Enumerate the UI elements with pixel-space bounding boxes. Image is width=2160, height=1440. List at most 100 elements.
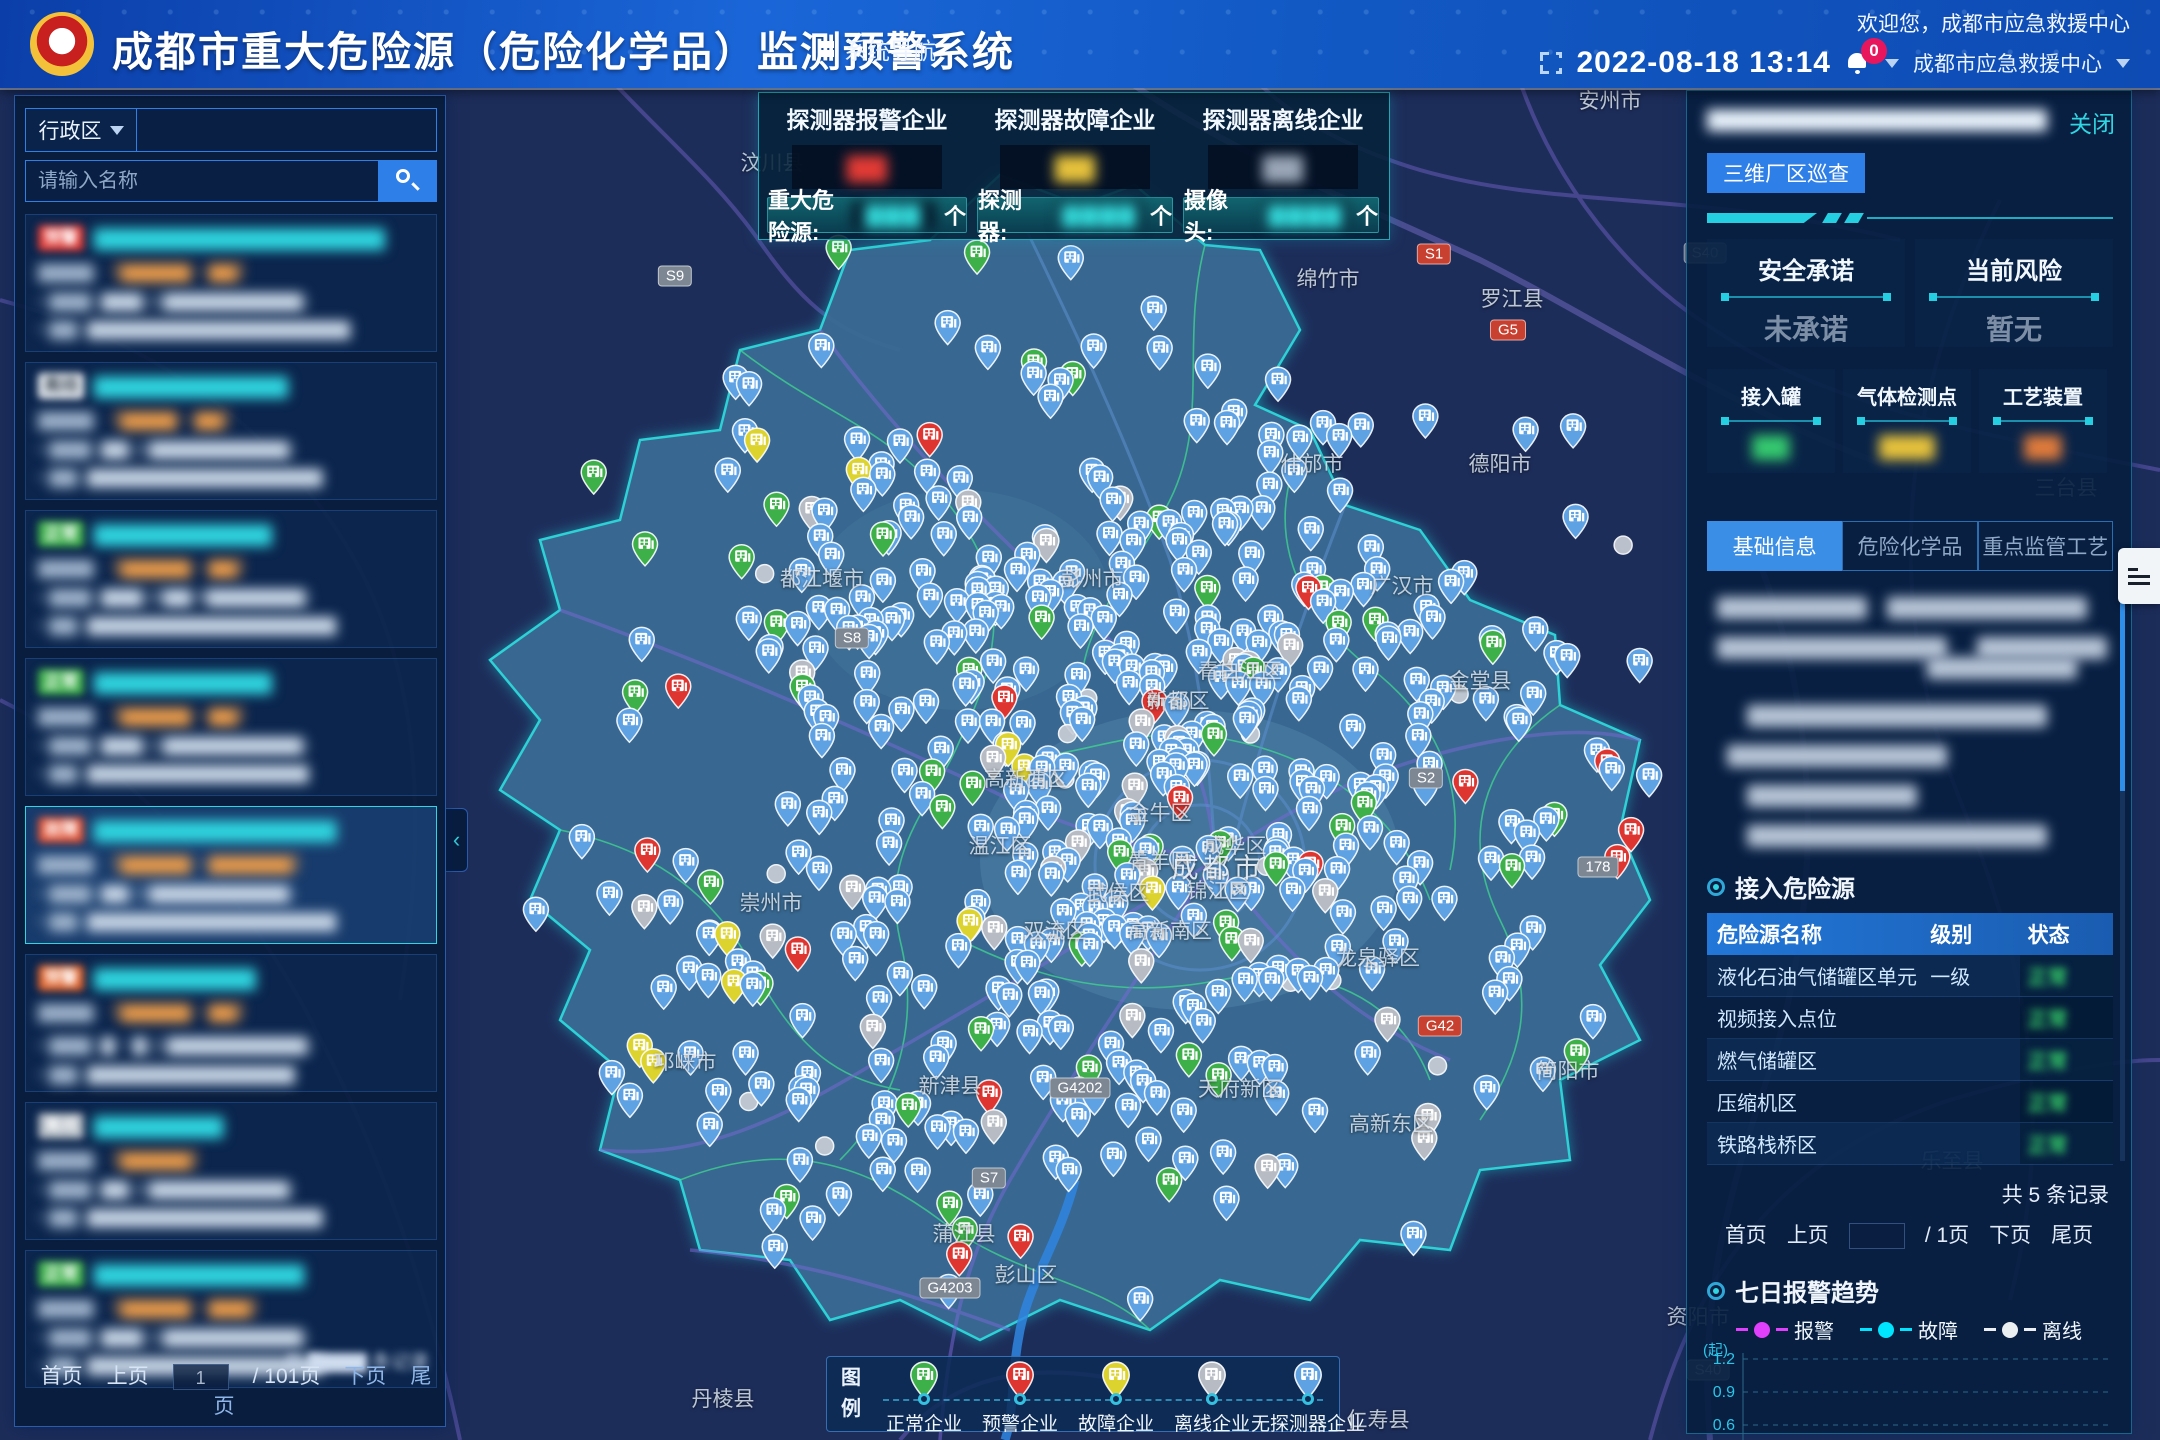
enterprise-item-head: 正常 ▇▇▇▇▇▇▇▇▇▇▇▇▇ — [38, 1261, 424, 1287]
hazard-table-body: 液化石油气储罐区单元一级正常视频接入点位正常燃气储罐区正常压缩机区正常铁路栈桥区… — [1707, 955, 2113, 1165]
asset-stat-divider — [1721, 420, 1821, 422]
map-cluster-marker[interactable] — [756, 565, 774, 583]
detector-stat-column: 探测器报警企业▇▇ — [767, 101, 967, 189]
hazard-page-first[interactable]: 首页 — [1725, 1224, 1767, 1247]
search-button[interactable] — [379, 160, 437, 202]
fullscreen-icon[interactable] — [1540, 52, 1562, 74]
info-field-redacted — [1717, 637, 1947, 659]
enterprise-contact-line: ▪ ▇▇▇: ▇▇▇ (0▇▇-8▇▇▇▇▇▇▇) — [38, 587, 424, 608]
enterprise-item-head: 预警▇▇▇▇▇▇▇▇▇▇▇▇▇▇▇▇▇▇ — [38, 225, 424, 251]
trend-chart: (起)00.30.60.91.28-128-138-148-158-168-17… — [1695, 1341, 2125, 1440]
enterprise-contact-line: ▪ ▇▇▇: ▇▇▇ (1▇▇▇▇▇▇▇▇▇▇) — [38, 291, 424, 312]
enterprise-list-item[interactable]: 正常▇▇▇▇▇▇▇▇▇▇▇▇▇▇▇: 【▇▇▇▇▇・▇▇】▪ ▇▇▇: ▇▇▇ … — [25, 510, 437, 648]
asset-stat-value: ▇▇ — [1707, 432, 1835, 461]
notification-caret-icon[interactable] — [1885, 59, 1899, 68]
enterprise-type-line: ▇▇▇▇: 【▇▇▇▇▇・▇▇】 — [38, 258, 424, 284]
sidebar-pagination: 首页上页1/ 101页下页尾页 — [15, 1360, 445, 1420]
enterprise-status-badge: 预警 — [38, 965, 84, 991]
legend-label: 离线 — [2042, 1315, 2082, 1344]
legend-node — [1014, 1393, 1026, 1405]
hazard-table-row[interactable]: 铁路栈桥区正常 — [1707, 1123, 2113, 1165]
safety-commitment-title: 安全承诺 — [1707, 251, 1905, 286]
enterprise-list-item[interactable]: 离线▇▇▇▇▇▇▇▇▇▇▇▇: 【▇▇▇▇▇】▪ ▇▇▇: ▇▇ (1▇▇▇▇▇… — [25, 1102, 437, 1240]
map-legend-label: 离线企业 — [1174, 1409, 1250, 1436]
decor-divider — [1707, 213, 2113, 223]
hazard-page-next[interactable]: 下页 — [1989, 1224, 2031, 1247]
user-menu-caret-icon[interactable] — [2116, 59, 2130, 68]
panel-side-toggle-button[interactable] — [2118, 548, 2160, 604]
map-cluster-marker[interactable] — [1614, 536, 1632, 554]
hazard-table-row[interactable]: 燃气储罐区正常 — [1707, 1039, 2113, 1081]
map-cluster-marker[interactable] — [767, 865, 785, 883]
system-nav-button[interactable]: 系统导航 — [818, 32, 936, 66]
enterprise-item-head: 正常▇▇▇▇▇▇▇▇▇▇▇ — [38, 669, 424, 695]
info-field-redacted — [1747, 705, 2047, 727]
enterprise-address-line: ▪ ▇▇: ▇▇▇▇▇▇▇▇▇▇▇▇▇▇▇▇▇▇▇ — [38, 319, 424, 340]
hazard-page-prev[interactable]: 上页 — [1787, 1224, 1829, 1247]
map-legend-dashline — [883, 1399, 1323, 1401]
col-level: 级别 — [1930, 919, 2019, 949]
sidebar-page-first[interactable]: 首页 — [41, 1365, 83, 1388]
detail-tab-2[interactable]: 重点监管工艺 — [1978, 521, 2113, 571]
enterprise-contact-line: ▪ ▇▇▇: ▇▇▇ (1▇▇▇▇▇▇▇▇▇▇) — [38, 735, 424, 756]
enterprise-list-item[interactable]: 预警▇▇▇▇▇▇▇▇▇▇▇▇▇▇: 【▇▇▇▇▇・▇▇】▪ ▇▇▇: ▇・▇ (… — [25, 954, 437, 1092]
welcome-text: 欢迎您，成都市应急救援中心 — [1857, 8, 2130, 38]
asset-stat-divider — [1993, 420, 2093, 422]
sidebar-collapse-button[interactable]: ‹ — [446, 808, 468, 872]
asset-stat-box: 气体检测点▇▇▇ — [1843, 369, 1971, 473]
chart-ytick: 0.6 — [1713, 1417, 1735, 1434]
hazard-status-cell: 正常 — [2020, 997, 2113, 1038]
hazard-status-cell: 正常 — [2020, 955, 2113, 996]
detail-scrollbar[interactable] — [2120, 591, 2125, 1161]
enterprise-list-item[interactable]: 正常▇▇▇▇▇▇▇▇▇▇▇▇▇▇▇: 【▇▇▇▇▇・▇▇】▪ ▇▇▇: ▇▇▇ … — [25, 658, 437, 796]
detail-tab-1[interactable]: 危险化学品 — [1842, 521, 1977, 571]
sidebar-page-input[interactable]: 1 — [173, 1364, 229, 1390]
sidebar-page-next[interactable]: 下页 — [344, 1365, 386, 1388]
enterprise-address-line: ▪ ▇▇: ▇▇▇▇▇▇▇▇▇▇▇▇▇▇▇ — [38, 1064, 424, 1085]
notification-bell-icon[interactable]: 0 — [1845, 50, 1871, 76]
col-hazard-name: 危险源名称 — [1707, 919, 1930, 949]
close-panel-button[interactable]: 关闭 — [2069, 105, 2115, 139]
info-field-redacted — [1927, 657, 2077, 679]
hazard-status-cell: 正常 — [2020, 1039, 2113, 1080]
enterprise-list-item[interactable]: 预警▇▇▇▇▇▇▇▇▇▇▇▇▇▇▇▇▇▇ ▇▇▇▇: 【▇▇▇▇▇・▇▇】 ▪ ▇▇… — [25, 214, 437, 352]
hazard-pagination: 首页上页 / 1页下页尾页 — [1687, 1219, 2131, 1249]
enterprise-list-item[interactable]: 故障▇▇▇▇▇▇▇▇▇▇▇▇▇▇▇▇▇▇▇: 【▇▇▇▇▇・▇▇▇▇▇▇】▪ ▇… — [25, 806, 437, 944]
legend-label: 故障 — [1918, 1315, 1958, 1344]
region-filter-row: 行政区 — [25, 108, 437, 152]
sidebar-page-last[interactable]: 尾页 — [214, 1365, 432, 1418]
hazard-page-input[interactable] — [1849, 1223, 1905, 1249]
detail-tab-0[interactable]: 基础信息 — [1707, 521, 1842, 571]
detector-stat-column: 探测器故障企业▇▇ — [975, 101, 1175, 189]
hazard-table-row[interactable]: 压缩机区正常 — [1707, 1081, 2113, 1123]
asset-stat-box: 工艺装置▇▇ — [1979, 369, 2107, 473]
enterprise-status-badge: 离线 — [38, 373, 84, 399]
trend-section-title: 七日报警趋势 — [1735, 1273, 1879, 1308]
resource-counter: 探测器:▇▇▇▇个 — [977, 197, 1173, 233]
hazard-name-cell: 液化石油气储罐区单元 — [1707, 961, 1930, 990]
enterprise-item-head: 正常▇▇▇▇▇▇▇▇▇▇▇ — [38, 521, 424, 547]
plant-3d-patrol-button[interactable]: 三维厂区巡查 — [1707, 153, 1865, 193]
legend-item-离线: 离线 — [1984, 1315, 2082, 1344]
sidebar-page-prev[interactable]: 上页 — [107, 1365, 149, 1388]
enterprise-status-badge: 预警 — [38, 225, 84, 251]
region-filter-value[interactable] — [137, 108, 437, 152]
search-input[interactable] — [25, 160, 379, 202]
hazard-table: 危险源名称 级别 状态 液化石油气储罐区单元一级正常视频接入点位正常燃气储罐区正… — [1707, 913, 2113, 1165]
hazard-page-last[interactable]: 尾页 — [2051, 1224, 2093, 1247]
safety-commitment-box: 安全承诺 未承诺 — [1707, 239, 1905, 347]
enterprise-status-badge: 正常 — [38, 1261, 84, 1287]
hazard-page-total: / 1页 — [1925, 1224, 1969, 1247]
hazard-status-value: 正常 — [2028, 1129, 2068, 1158]
map-cluster-marker[interactable] — [1429, 1057, 1447, 1075]
detail-scrollbar-thumb[interactable] — [2120, 591, 2125, 791]
detector-stat-number: ▇▇ — [847, 152, 887, 183]
region-filter-dropdown[interactable]: 行政区 — [25, 108, 137, 152]
hazard-table-row[interactable]: 视频接入点位正常 — [1707, 997, 2113, 1039]
map-cluster-marker[interactable] — [816, 1137, 834, 1155]
hazard-table-row[interactable]: 液化石油气储罐区单元一级正常 — [1707, 955, 2113, 997]
enterprise-name: ▇▇▇▇▇▇▇▇▇▇▇▇▇ — [94, 1263, 304, 1286]
legend-node — [918, 1393, 930, 1405]
enterprise-list-item[interactable]: 离线▇▇▇▇▇▇▇▇▇▇▇▇▇▇▇▇: 【▇▇▇▇・▇▇】▪ ▇▇▇: ▇▇ (… — [25, 362, 437, 500]
chart-ytick: 1.2 — [1713, 1351, 1735, 1368]
